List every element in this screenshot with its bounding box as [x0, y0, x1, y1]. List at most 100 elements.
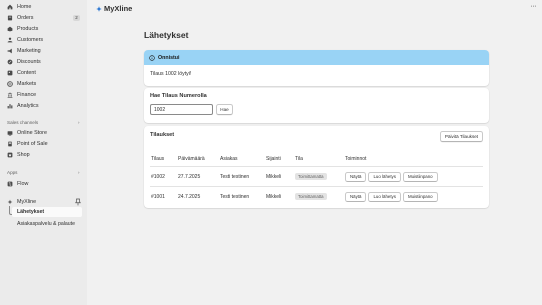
chevron-right-icon: ›	[78, 120, 80, 125]
apps-heading[interactable]: Apps ›	[7, 170, 80, 175]
sidebar-item-online-store[interactable]: Online Store	[4, 128, 83, 138]
table-row: #1001 24.7.2025 Testi testinen Mikkeli T…	[150, 187, 483, 207]
column-header: Tila	[294, 152, 344, 167]
create-shipment-button[interactable]: Luo lähetys	[368, 171, 401, 182]
status-cell: Toimittamatta	[294, 166, 344, 187]
sidebar-item-label: Online Store	[17, 130, 47, 136]
sidebar-item-label: Discounts	[17, 59, 41, 65]
sales-channels-heading[interactable]: Sales channels ›	[7, 120, 80, 125]
order-customer: Testi testinen	[219, 166, 265, 187]
search-card-title: Hae Tilaus Numerolla	[150, 93, 207, 99]
sidebar-item-orders[interactable]: Orders 2	[4, 13, 83, 23]
myxline-logo-icon	[96, 5, 102, 12]
sidebar-item-marketing[interactable]: Marketing	[4, 46, 83, 56]
myxline-app-icon	[6, 199, 13, 206]
shop-icon	[6, 152, 13, 159]
sidebar-item-label: Finance	[17, 92, 37, 98]
search-card: Hae Tilaus Numerolla 1002 Hae	[144, 88, 489, 123]
order-number: #1002	[150, 166, 177, 187]
sidebar-item-markets[interactable]: Markets	[4, 79, 83, 89]
order-location: Mikkeli	[266, 193, 282, 200]
pin-icon[interactable]	[75, 198, 81, 206]
sidebar: Home Orders 2 Products Customers Marketi…	[0, 0, 87, 305]
sidebar-item-flow[interactable]: Flow	[4, 179, 83, 189]
page-title: Lähetykset	[144, 30, 189, 40]
refresh-orders-button[interactable]: Päivitä Tilaukset	[440, 131, 483, 142]
order-location: Mikkeli	[265, 166, 294, 187]
finance-icon	[6, 92, 13, 99]
note-button[interactable]: Muistiinpano	[402, 171, 438, 182]
order-date: 27.7.2025	[177, 166, 219, 187]
chevron-right-icon: ›	[78, 170, 80, 175]
sidebar-item-label: Analytics	[17, 103, 39, 109]
sidebar-item-label: MyXline	[17, 199, 37, 205]
sidebar-item-point-of-sale[interactable]: Point of Sale	[4, 139, 83, 149]
column-header: Toiminnot	[344, 152, 483, 167]
sidebar-item-content[interactable]: Content	[4, 68, 83, 78]
home-icon	[6, 4, 13, 11]
sidebar-subitem-lahetykset[interactable]: Lähetykset	[12, 207, 82, 217]
products-icon	[6, 26, 13, 33]
create-shipment-button[interactable]: Luo lähetys	[368, 191, 401, 202]
analytics-icon	[6, 103, 13, 110]
banner-title: Onnistui	[158, 54, 180, 61]
sidebar-subitem-asiakaspalvelu[interactable]: Asiakaspalvelu & palaute	[17, 221, 75, 227]
sidebar-item-customers[interactable]: Customers	[4, 35, 83, 45]
orders-card-title: Tilaukset	[150, 132, 175, 138]
more-actions-button[interactable]: ···	[531, 3, 537, 10]
order-customer: Testi testinen	[220, 193, 250, 200]
sidebar-item-home[interactable]: Home	[4, 2, 83, 12]
sidebar-item-label: Orders	[17, 15, 34, 21]
actions-cell: Näytä Luo lähetys Muistiinpano	[344, 187, 483, 207]
banner-header: Onnistui	[144, 50, 489, 65]
sidebar-item-label: Marketing	[17, 48, 41, 54]
content-icon	[6, 70, 13, 77]
online-store-icon	[6, 130, 13, 137]
marketing-icon	[6, 48, 13, 55]
search-button[interactable]: Hae	[216, 104, 233, 115]
status-cell: Toimittamatta	[294, 187, 344, 207]
sidebar-item-label: Markets	[17, 81, 37, 87]
banner-message: Tilaus 1002 löytyi!	[150, 71, 192, 77]
sidebar-item-finance[interactable]: Finance	[4, 90, 83, 100]
show-button[interactable]: Näytä	[345, 171, 367, 182]
flow-icon	[6, 181, 13, 188]
column-header: Sijainti	[265, 152, 294, 167]
sidebar-item-label: Flow	[17, 181, 29, 187]
order-number-input[interactable]: 1002	[150, 104, 213, 115]
table-row: #1002 27.7.2025 Testi testinen Mikkeli T…	[150, 166, 483, 187]
column-header: Tilaus	[150, 152, 177, 167]
point-of-sale-icon	[6, 141, 13, 148]
status-badge: Toimittamatta	[295, 193, 327, 200]
sidebar-item-products[interactable]: Products	[4, 24, 83, 34]
sidebar-item-label: Home	[17, 4, 32, 10]
sidebar-item-label: Point of Sale	[17, 141, 48, 147]
markets-icon	[6, 81, 13, 88]
success-banner: Onnistui Tilaus 1002 löytyi!	[144, 50, 489, 86]
column-header: Asiakas	[219, 152, 265, 167]
show-button[interactable]: Näytä	[345, 191, 367, 202]
order-number: #1001	[151, 193, 165, 200]
note-button[interactable]: Muistiinpano	[402, 191, 438, 202]
orders-card: Tilaukset Päivitä Tilaukset Tilaus Päivä…	[144, 126, 489, 208]
sidebar-item-shop[interactable]: Shop	[4, 150, 83, 160]
order-date: 24.7.2025	[178, 193, 201, 200]
info-icon	[149, 54, 155, 61]
customers-icon	[6, 37, 13, 44]
sidebar-item-label: Content	[17, 70, 36, 76]
sidebar-item-label: Customers	[17, 37, 44, 43]
app-title: MyXline	[96, 4, 132, 13]
sidebar-item-label: Shop	[17, 152, 30, 158]
orders-table: Tilaus Päivämäärä Asiakas Sijainti Tila …	[150, 152, 483, 206]
discounts-icon	[6, 59, 13, 66]
orders-count-badge: 2	[73, 15, 80, 21]
sidebar-item-label: Products	[17, 26, 39, 32]
orders-icon	[6, 15, 13, 22]
sidebar-item-myxline[interactable]: MyXline	[4, 197, 83, 207]
sidebar-item-analytics[interactable]: Analytics	[4, 101, 83, 111]
column-header: Päivämäärä	[177, 152, 219, 167]
actions-cell: Näytä Luo lähetys Muistiinpano	[344, 166, 483, 187]
sidebar-item-discounts[interactable]: Discounts	[4, 57, 83, 67]
table-header-row: Tilaus Päivämäärä Asiakas Sijainti Tila …	[150, 152, 483, 167]
status-badge: Toimittamatta	[295, 173, 327, 180]
